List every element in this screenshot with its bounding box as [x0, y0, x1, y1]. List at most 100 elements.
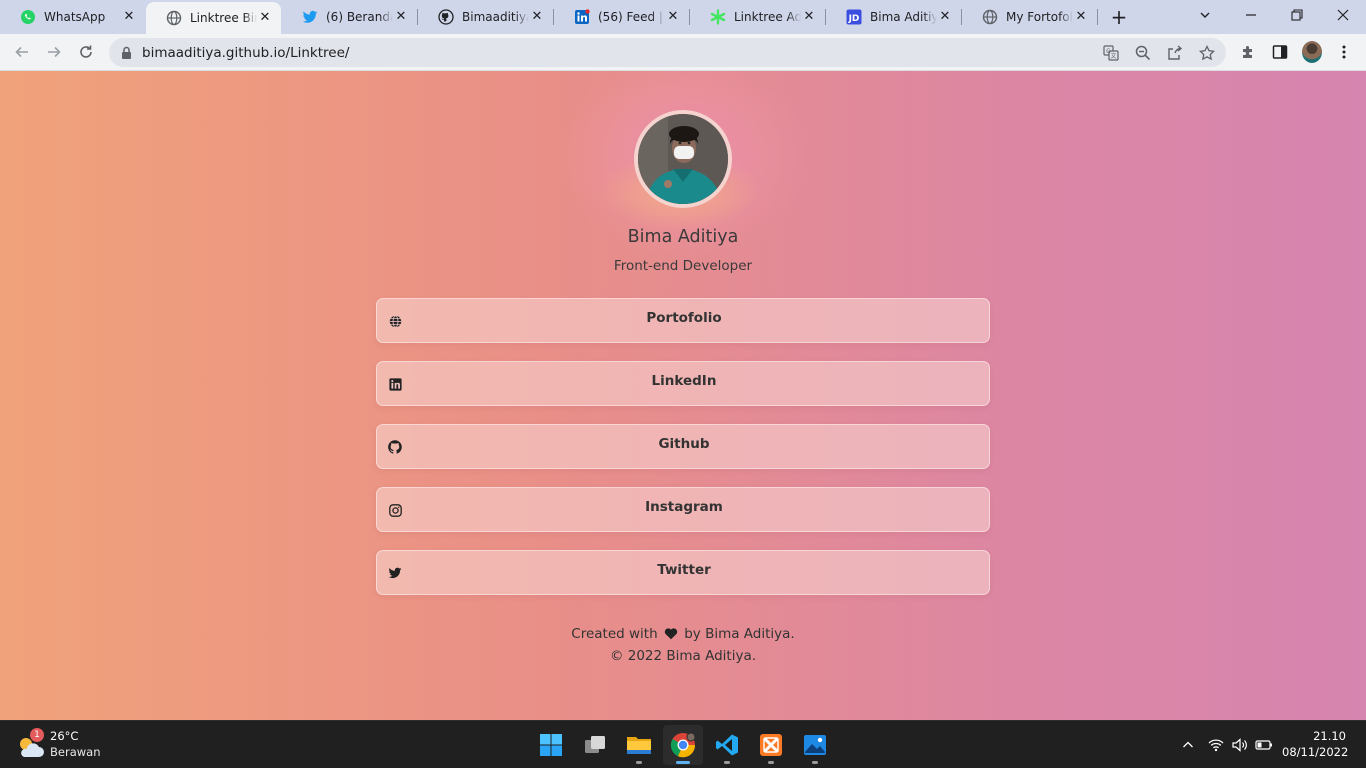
battery-button[interactable]	[1254, 735, 1274, 755]
clock-time: 21.10	[1313, 729, 1346, 743]
profile-button[interactable]	[1302, 41, 1322, 63]
address-bar[interactable]: bimaaditiya.github.io/Linktree/ G文	[109, 38, 1226, 67]
tab-title: Bimaaditiya/Linktree	[462, 10, 529, 24]
arrow-right-icon	[48, 46, 61, 58]
taskbar-vscode[interactable]	[707, 725, 747, 765]
tab-github[interactable]: Bimaaditiya/Linktree ✕	[418, 0, 553, 34]
tab-separator	[961, 9, 962, 25]
show-hidden-icons-button[interactable]	[1178, 735, 1198, 755]
svg-text:JD: JD	[848, 14, 860, 24]
tab-strip: WhatsApp ✕ Linktree Bima Aditiya ✕ (6) B…	[0, 0, 1366, 34]
tab-title: WhatsApp	[44, 10, 106, 24]
profile-name: Bima Aditiya	[627, 227, 739, 247]
xampp-icon	[760, 734, 782, 756]
svg-text:文: 文	[1110, 52, 1116, 60]
tab-my-fortofolio[interactable]: My Fortofolio ✕	[962, 0, 1097, 34]
minimize-icon	[1246, 14, 1256, 16]
weather-temperature: 26°C	[50, 729, 79, 743]
reload-button[interactable]	[74, 41, 98, 63]
menu-button[interactable]	[1334, 42, 1354, 62]
task-view-icon	[585, 736, 605, 753]
battery-icon	[1255, 740, 1272, 750]
linktree-page: Bima Aditiya Front-end Developer Portofo…	[0, 71, 1366, 720]
jd-icon: JD	[846, 9, 862, 25]
tab-linktree-admin[interactable]: Linktree Admin ✕	[690, 0, 825, 34]
close-tab-icon[interactable]: ✕	[937, 9, 953, 25]
close-tab-icon[interactable]: ✕	[393, 9, 409, 25]
close-tab-icon[interactable]: ✕	[665, 9, 681, 25]
avatar	[1302, 41, 1322, 63]
side-panel-button[interactable]	[1270, 42, 1290, 62]
close-tab-icon[interactable]: ✕	[529, 9, 545, 25]
tab-whatsapp[interactable]: WhatsApp ✕	[0, 0, 145, 34]
tab-linktree-active[interactable]: Linktree Bima Aditiya ✕	[146, 2, 281, 34]
windows-taskbar: 1 26°C Berawan 21.10 08/11/2022	[0, 720, 1366, 768]
back-button[interactable]	[10, 41, 34, 63]
close-window-button[interactable]	[1320, 0, 1366, 30]
extensions-button[interactable]	[1238, 42, 1258, 62]
globe-icon	[166, 10, 182, 26]
close-tab-icon[interactable]: ✕	[801, 9, 817, 25]
tab-title: Linktree Bima Aditiya	[190, 11, 257, 25]
taskbar-chrome[interactable]	[663, 725, 703, 765]
linktree-icon	[710, 9, 726, 25]
taskbar-xampp[interactable]	[751, 725, 791, 765]
chevron-down-icon	[1200, 12, 1210, 18]
footer-credit-prefix: Created with	[571, 626, 658, 642]
tab-title: Bima Aditiya | Portofolio	[870, 10, 937, 24]
link-button-linkedin[interactable]: LinkedIn	[376, 361, 990, 406]
clock-date: 08/11/2022	[1282, 745, 1349, 759]
forward-button[interactable]	[42, 41, 66, 63]
tab-search-button[interactable]	[1182, 0, 1228, 30]
tab-linkedin[interactable]: (56) Feed | LinkedIn ✕	[554, 0, 689, 34]
link-label: Github	[658, 436, 710, 452]
tab-separator	[1097, 9, 1098, 25]
zoom-out-icon[interactable]	[1134, 44, 1152, 62]
tab-title: (6) Beranda / Twitter	[326, 10, 393, 24]
chevron-up-icon	[1183, 741, 1193, 748]
twitter-icon	[302, 9, 318, 25]
footer-credit: Created with by Bima Aditiya.	[483, 626, 883, 644]
task-view-button[interactable]	[575, 725, 615, 765]
close-tab-icon[interactable]: ✕	[121, 9, 137, 25]
browser-toolbar: bimaaditiya.github.io/Linktree/ G文	[0, 34, 1366, 71]
wifi-icon	[1208, 739, 1224, 752]
tab-portofolio[interactable]: JD Bima Aditiya | Portofolio ✕	[826, 0, 961, 34]
taskbar-photos[interactable]	[795, 725, 835, 765]
link-label: Twitter	[657, 562, 711, 578]
url-text[interactable]: bimaaditiya.github.io/Linktree/	[142, 45, 349, 61]
weather-widget[interactable]: 1 26°C Berawan	[16, 727, 126, 763]
restore-button[interactable]	[1274, 0, 1320, 30]
chrome-icon	[670, 732, 696, 758]
speaker-icon	[1232, 738, 1247, 752]
share-icon[interactable]	[1166, 44, 1184, 62]
minimize-button[interactable]	[1228, 0, 1274, 30]
close-tab-icon[interactable]: ✕	[1073, 9, 1089, 25]
whatsapp-icon	[20, 9, 36, 25]
taskbar-file-explorer[interactable]	[619, 725, 659, 765]
restore-icon	[1291, 9, 1303, 21]
close-tab-icon[interactable]: ✕	[257, 10, 273, 26]
bookmark-star-icon[interactable]	[1198, 44, 1216, 62]
footer-credit-suffix: by Bima Aditiya.	[684, 626, 795, 642]
app-indicator	[724, 761, 730, 764]
link-button-portofolio[interactable]: Portofolio	[376, 298, 990, 343]
wifi-button[interactable]	[1206, 735, 1226, 755]
vscode-icon	[716, 734, 738, 756]
new-tab-button[interactable]: +	[1106, 5, 1132, 29]
linkedin-icon	[574, 9, 590, 25]
volume-button[interactable]	[1230, 735, 1250, 755]
lock-icon[interactable]	[121, 45, 132, 64]
app-indicator	[768, 761, 774, 764]
link-button-github[interactable]: Github	[376, 424, 990, 469]
link-button-instagram[interactable]: Instagram	[376, 487, 990, 532]
puzzle-icon	[1243, 46, 1252, 58]
system-clock[interactable]: 21.10 08/11/2022	[1282, 728, 1349, 760]
translate-icon[interactable]: G文	[1102, 44, 1120, 62]
link-button-twitter[interactable]: Twitter	[376, 550, 990, 595]
tab-separator	[825, 9, 826, 25]
reload-icon	[80, 45, 92, 58]
start-button[interactable]	[531, 725, 571, 765]
folder-icon	[627, 737, 651, 754]
tab-twitter[interactable]: (6) Beranda / Twitter ✕	[282, 0, 417, 34]
